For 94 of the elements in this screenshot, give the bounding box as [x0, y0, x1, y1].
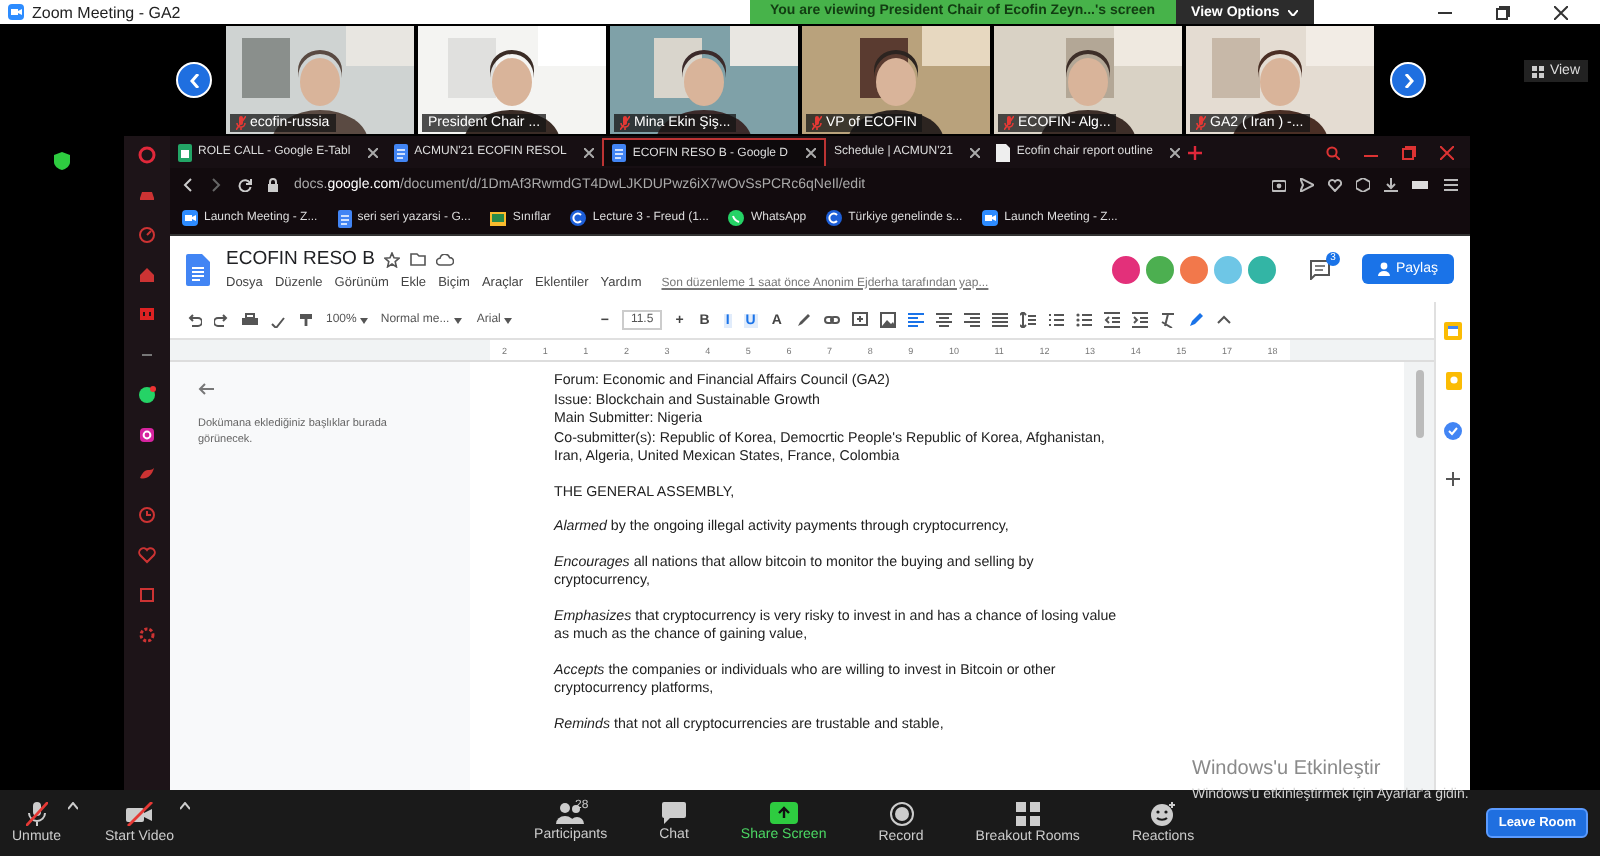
- decrease-indent-icon[interactable]: [1103, 312, 1120, 328]
- heart-icon[interactable]: [1328, 178, 1342, 192]
- spreadsheet-icon: [178, 143, 192, 161]
- document-title[interactable]: ECOFIN RESO B: [226, 248, 375, 270]
- star-icon[interactable]: [384, 251, 401, 267]
- cloud-icon[interactable]: [436, 253, 455, 265]
- clock-icon[interactable]: [138, 506, 156, 524]
- paint-format-icon[interactable]: [298, 312, 314, 328]
- document-icon: [394, 143, 409, 161]
- collaborator-avatar[interactable]: [1143, 253, 1176, 285]
- close-icon[interactable]: [368, 147, 379, 157]
- reload-icon[interactable]: [238, 178, 252, 192]
- camera-icon: [182, 210, 198, 226]
- collapse-icon[interactable]: [1215, 312, 1232, 328]
- grid-icon: [1015, 802, 1040, 826]
- numbered-list-icon[interactable]: [1047, 312, 1064, 328]
- highlighter-icon[interactable]: [795, 312, 812, 328]
- people-icon: [556, 802, 585, 824]
- camera-icon: [982, 210, 999, 226]
- increase-indent-icon[interactable]: [1131, 312, 1148, 328]
- plus-icon[interactable]: [1446, 472, 1460, 486]
- board-icon: [490, 211, 507, 225]
- shield-icon[interactable]: [54, 152, 70, 170]
- comment-icon[interactable]: [1309, 259, 1330, 279]
- caret-icon: [504, 317, 513, 323]
- collaborator-avatar[interactable]: [1177, 253, 1210, 285]
- chevron-right-icon: [1403, 73, 1413, 87]
- chat-icon: [662, 802, 686, 824]
- video-off-icon: [125, 802, 154, 826]
- line-spacing-icon[interactable]: [1019, 312, 1036, 328]
- new-tab-icon[interactable]: [1188, 145, 1203, 159]
- document-icon[interactable]: [186, 253, 210, 285]
- share-screen-icon: [769, 802, 798, 824]
- chat-circle-icon[interactable]: [138, 386, 156, 404]
- round-logo-icon: [826, 210, 843, 226]
- grid-icon: [1531, 65, 1544, 77]
- undo-icon[interactable]: [186, 312, 202, 328]
- menu-icon[interactable]: [1444, 178, 1458, 192]
- send-icon[interactable]: [1300, 178, 1314, 192]
- forward-icon[interactable]: [210, 178, 222, 192]
- house-icon[interactable]: [138, 266, 156, 284]
- scrollbar-thumb[interactable]: [1415, 370, 1423, 438]
- spellcheck-icon[interactable]: [270, 312, 286, 328]
- lock-icon: [268, 178, 278, 192]
- camera-icon[interactable]: [1272, 178, 1286, 192]
- clear-format-icon[interactable]: [1159, 312, 1176, 328]
- close-icon[interactable]: [806, 148, 817, 158]
- activation-title: Windows'u Etkinleştir: [1192, 758, 1383, 780]
- caret-icon: [1287, 9, 1298, 15]
- previous-page-button[interactable]: [176, 62, 212, 98]
- back-arrow-icon[interactable]: [198, 382, 214, 396]
- back-icon[interactable]: [182, 178, 194, 192]
- caret-icon: [360, 317, 369, 323]
- round-logo-icon: [570, 210, 587, 226]
- close-icon[interactable]: [1554, 5, 1568, 19]
- ring-icon[interactable]: [138, 146, 156, 164]
- restore-icon[interactable]: [1496, 5, 1510, 19]
- battery-icon: [1412, 178, 1430, 192]
- smiley-plus-icon: [1150, 802, 1176, 826]
- search-icon[interactable]: [1326, 145, 1340, 159]
- image-icon[interactable]: [879, 312, 896, 328]
- close-icon[interactable]: [970, 147, 981, 157]
- document-icon: [337, 209, 352, 227]
- record-icon: [889, 802, 913, 826]
- muted-mic-icon: [25, 802, 48, 826]
- align-right-icon[interactable]: [963, 312, 980, 328]
- link-icon[interactable]: [823, 312, 840, 328]
- calendar-icon[interactable]: [1444, 322, 1462, 340]
- page-icon: [996, 143, 1011, 161]
- caret-icon: [453, 317, 462, 323]
- camera-icon[interactable]: [138, 426, 156, 444]
- caret-up-icon[interactable]: [67, 802, 78, 810]
- window-title: Zoom Meeting - GA2: [32, 3, 181, 21]
- next-page-button[interactable]: [1390, 62, 1426, 98]
- align-center-icon[interactable]: [935, 312, 952, 328]
- add-comment-icon[interactable]: [851, 312, 868, 328]
- chevron-left-icon: [189, 73, 199, 87]
- gauge-icon[interactable]: [138, 226, 156, 244]
- pencil-icon[interactable]: [1187, 312, 1204, 328]
- download-icon[interactable]: [1384, 178, 1398, 192]
- caret-up-icon[interactable]: [180, 802, 191, 810]
- document-icon: [612, 144, 627, 162]
- person-icon: [1377, 262, 1390, 276]
- bulleted-list-icon[interactable]: [1075, 312, 1092, 328]
- redo-icon[interactable]: [214, 312, 230, 328]
- phone-bubble-icon: [728, 210, 745, 226]
- check-circle-icon[interactable]: [1444, 422, 1462, 440]
- close-icon[interactable]: [584, 147, 595, 157]
- collaborator-avatar[interactable]: [1109, 253, 1142, 285]
- print-icon[interactable]: [242, 312, 258, 328]
- align-left-icon[interactable]: [907, 312, 924, 328]
- justify-icon[interactable]: [991, 312, 1008, 328]
- folder-icon[interactable]: [410, 252, 427, 266]
- close-icon[interactable]: [1170, 147, 1181, 157]
